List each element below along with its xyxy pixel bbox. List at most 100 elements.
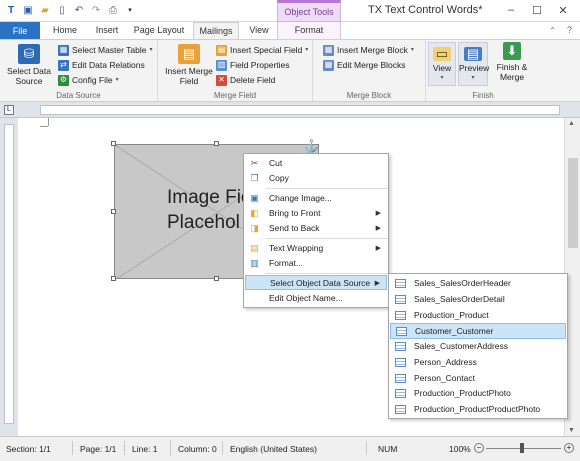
delete-field-button[interactable]: ✕ Delete Field	[216, 73, 275, 87]
ruler-bar[interactable]	[40, 105, 560, 115]
select-master-table-button[interactable]: ▦ Select Master Table ▾	[58, 43, 153, 57]
save-icon[interactable]: ▣	[21, 3, 35, 17]
edit-blocks-icon: ▦	[323, 59, 334, 71]
scissors-icon: ✂	[250, 158, 259, 168]
send-back-icon: ◨	[250, 223, 259, 233]
tab-page-layout[interactable]: Page Layout	[128, 22, 190, 39]
submenu-item[interactable]: Person_Address	[390, 355, 566, 371]
data-source-submenu: Sales_SalesOrderHeader Sales_SalesOrderD…	[388, 273, 568, 419]
submenu-arrow-icon: ▶	[375, 245, 381, 252]
menu-item-copy[interactable]: ❐ Copy	[245, 171, 387, 186]
submenu-item[interactable]: Sales_SalesOrderDetail	[390, 292, 566, 308]
finish-merge-button[interactable]: ⬇ Finish & Merge	[492, 42, 532, 82]
customize-qat-icon[interactable]: ▾	[123, 3, 137, 17]
resize-handle-tl[interactable]	[111, 141, 116, 146]
tab-format[interactable]: Format	[277, 22, 341, 39]
tab-file[interactable]: File	[0, 22, 40, 39]
menu-item-select-object-data-source[interactable]: Select Object Data Source ▶	[245, 275, 387, 290]
insert-merge-block-button[interactable]: ▦ Insert Merge Block ▾	[323, 43, 414, 57]
menu-item-bring-to-front[interactable]: ◧ Bring to Front ▶	[245, 206, 387, 221]
window-controls: – ☐ ✕	[498, 2, 576, 18]
context-menu: ✂ Cut ❐ Copy ▣ Change Image... ◧ Bring to Fr…	[243, 153, 389, 308]
submenu-label: Person_Contact	[414, 373, 475, 383]
status-section: Section: 1/1	[6, 444, 51, 454]
database-icon: ⛁	[18, 44, 40, 64]
submenu-item[interactable]: Production_ProductProductPhoto	[390, 402, 566, 418]
menu-item-cut[interactable]: ✂ Cut	[245, 156, 387, 171]
submenu-label: Sales_SalesOrderHeader	[414, 278, 511, 288]
special-field-icon: ▤	[216, 44, 227, 56]
insert-merge-block-label: Insert Merge Block	[337, 45, 408, 55]
preview-caret-icon: ▾	[471, 75, 475, 81]
vertical-ruler-bar[interactable]	[4, 124, 14, 424]
scroll-down-arrow-icon[interactable]: ▼	[568, 427, 575, 434]
merge-block-icon: ▦	[323, 44, 334, 56]
preview-button[interactable]: ▤ Preview ▾	[458, 42, 489, 86]
scrollbar-thumb[interactable]	[568, 158, 578, 248]
tab-view[interactable]: View	[241, 22, 277, 39]
select-data-source-button[interactable]: ⛁ Select Data Source	[6, 44, 52, 86]
submenu-label: Customer_Customer	[415, 326, 494, 336]
maximize-button[interactable]: ☐	[524, 2, 550, 18]
redo-icon[interactable]: ↷	[89, 3, 103, 17]
delete-field-label: Delete Field	[230, 75, 276, 85]
submenu-item[interactable]: Sales_CustomerAddress	[390, 339, 566, 355]
edit-data-relations-button[interactable]: ⇄ Edit Data Relations	[58, 58, 145, 72]
finish-merge-label: Finish & Merge	[496, 62, 528, 82]
table-icon	[395, 389, 406, 398]
menu-item-text-wrapping[interactable]: ▤ Text Wrapping ▶	[245, 241, 387, 256]
view-button[interactable]: ▭ View ▾	[428, 42, 456, 86]
relations-icon: ⇄	[58, 59, 69, 71]
edit-merge-blocks-button[interactable]: ▦ Edit Merge Blocks	[323, 58, 406, 72]
object-tools-context-label: Object Tools	[277, 0, 341, 22]
minimize-button[interactable]: –	[498, 2, 524, 18]
menu-item-format[interactable]: ▥ Format...	[245, 256, 387, 271]
close-button[interactable]: ✕	[550, 2, 576, 18]
tab-insert[interactable]: Insert	[88, 22, 126, 39]
new-document-icon[interactable]: ▯	[55, 3, 69, 17]
zoom-in-button[interactable]: +	[564, 443, 574, 453]
menu-label: Select Object Data Source	[270, 278, 371, 288]
preview-icon: ▤	[464, 47, 482, 61]
zoom-out-button[interactable]: −	[474, 443, 484, 453]
menu-item-change-image[interactable]: ▣ Change Image...	[245, 191, 387, 206]
scroll-up-arrow-icon[interactable]: ▲	[568, 120, 575, 127]
tab-stop-selector[interactable]: L	[4, 105, 14, 115]
undo-icon[interactable]: ↶	[72, 3, 86, 17]
menu-item-send-to-back[interactable]: ◨ Send to Back ▶	[245, 221, 387, 236]
menu-label: Cut	[269, 158, 283, 168]
config-file-button[interactable]: ⚙ Config File ▾	[58, 73, 119, 87]
submenu-label: Sales_CustomerAddress	[414, 341, 509, 351]
menu-label: Send to Back	[269, 223, 320, 233]
quick-access-toolbar: T ▣ ▰ ▯ ↶ ↷ ⎙ ▾	[4, 3, 137, 17]
help-icon[interactable]: ?	[567, 25, 572, 35]
menu-label: Format...	[269, 258, 304, 268]
table-icon	[396, 327, 407, 336]
select-data-source-label: Select Data Source	[7, 66, 51, 86]
resize-handle-b[interactable]	[214, 276, 219, 281]
menu-item-edit-object-name[interactable]: Edit Object Name...	[245, 291, 387, 306]
resize-handle-bl[interactable]	[111, 276, 116, 281]
submenu-item[interactable]: Production_ProductPhoto	[390, 386, 566, 402]
zoom-slider-thumb[interactable]	[520, 443, 524, 453]
submenu-item[interactable]: Production_Product	[390, 308, 566, 324]
submenu-item[interactable]: Sales_SalesOrderHeader	[390, 276, 566, 292]
resize-handle-t[interactable]	[214, 141, 219, 146]
resize-handle-l[interactable]	[111, 209, 116, 214]
insert-special-field-button[interactable]: ▤ Insert Special Field ▾	[216, 43, 308, 57]
table-icon	[395, 342, 406, 351]
insert-merge-field-button[interactable]: ▤ Insert Merge Field	[164, 44, 214, 86]
open-folder-icon[interactable]: ▰	[38, 3, 52, 17]
properties-icon: ▥	[216, 59, 227, 71]
status-language: English (United States)	[230, 444, 317, 454]
menu-separator	[266, 188, 388, 189]
field-properties-button[interactable]: ▥ Field Properties	[216, 58, 290, 72]
submenu-item-selected[interactable]: Customer_Customer	[390, 323, 566, 339]
collapse-ribbon-icon[interactable]: ⌃	[549, 26, 556, 35]
tab-mailings[interactable]: Mailings	[193, 22, 239, 40]
submenu-item[interactable]: Person_Contact	[390, 371, 566, 387]
tab-home[interactable]: Home	[44, 22, 86, 39]
status-separator	[124, 441, 125, 455]
app-icon[interactable]: T	[4, 3, 18, 17]
print-icon[interactable]: ⎙	[106, 3, 120, 17]
